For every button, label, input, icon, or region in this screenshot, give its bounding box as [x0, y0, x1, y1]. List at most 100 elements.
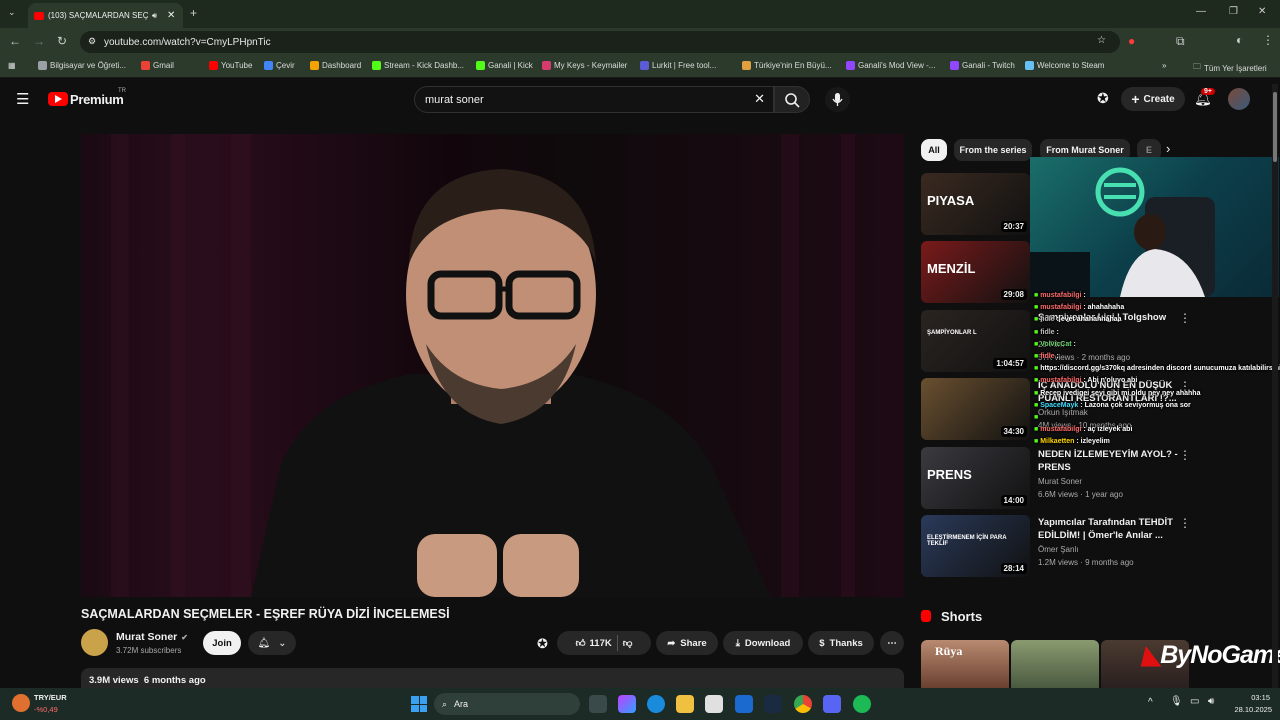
bookmark-item[interactable]: Türkiye'nin En Büyü...: [742, 61, 832, 70]
profile-avatar[interactable]: ◐: [1236, 33, 1243, 47]
taskbar-search[interactable]: ⌕ Ara: [434, 693, 580, 715]
tab-search-icon[interactable]: ⌄: [8, 7, 16, 18]
bookmark-item[interactable]: YouTube: [209, 61, 252, 70]
extensions-puzzle-icon[interactable]: ⧉: [1176, 34, 1185, 49]
bookmark-item[interactable]: Dashboard: [310, 61, 361, 70]
like-button[interactable]: 👍︎ 117K: [576, 637, 612, 650]
short-thumbnail-1[interactable]: Rüya: [921, 640, 1009, 688]
taskbar-search-text: Ara: [454, 699, 469, 709]
bookmark-item[interactable]: Çevir: [264, 61, 295, 70]
scrollbar-thumb[interactable]: [1273, 92, 1277, 162]
subscribed-bell-button[interactable]: 🔔︎ ⌄: [248, 631, 296, 655]
bookmark-item[interactable]: My Keys - Keymailer: [542, 61, 627, 70]
tray-chevron-up-icon[interactable]: ^: [1148, 697, 1153, 708]
channel-avatar[interactable]: [81, 629, 108, 656]
bookmark-item[interactable]: Welcome to Steam: [1025, 61, 1104, 70]
clock-date[interactable]: 28.10.2025: [1226, 705, 1272, 714]
search-input[interactable]: murat soner ✕: [414, 86, 774, 113]
recommendation-thumbnail[interactable]: ELEŞTİRMENEM İÇİN PARA TEKLİF 28:14: [921, 515, 1030, 577]
thanks-button[interactable]: $ Thanks: [808, 631, 874, 655]
edge-icon[interactable]: [647, 695, 665, 713]
premium-logo-text[interactable]: Premium: [70, 92, 124, 107]
address-bar[interactable]: ⚙︎ youtube.com/watch?v=CmyLPHpnTic ☆: [80, 31, 1120, 53]
channel-name[interactable]: Murat Soner: [116, 631, 177, 643]
more-options-icon[interactable]: ⋮: [1179, 516, 1191, 530]
recommendation-thumbnail[interactable]: MENZİL 29:08: [921, 241, 1030, 303]
task-view-icon[interactable]: [589, 695, 607, 713]
discord-icon[interactable]: [823, 695, 841, 713]
outlook-icon[interactable]: [735, 695, 753, 713]
voice-search-button[interactable]: [825, 87, 850, 112]
bookmark-label: My Keys - Keymailer: [554, 61, 628, 70]
bookmark-item[interactable]: Bilgisayar ve Öğreti...: [38, 61, 126, 70]
short-thumbnail-2[interactable]: [1011, 640, 1099, 688]
site-info-icon[interactable]: ⚙︎: [88, 36, 96, 47]
create-button[interactable]: + Create: [1121, 87, 1185, 111]
chat-username: mustafabilgi: [1040, 377, 1082, 385]
forward-icon[interactable]: →: [33, 34, 45, 48]
bookmark-star-icon[interactable]: ☆: [1097, 35, 1106, 46]
chat-username: SpaceMayk: [1040, 401, 1079, 409]
chevron-right-icon[interactable]: ›: [1166, 141, 1170, 156]
extension-icon[interactable]: ●: [1128, 34, 1135, 48]
new-tab-icon[interactable]: +: [190, 6, 197, 20]
file-explorer-icon[interactable]: [676, 695, 694, 713]
recommendation-thumbnail[interactable]: ŞAMPİYONLAR L 1:04:57: [921, 310, 1030, 372]
all-bookmarks[interactable]: 🗀︎ Tüm Yer İşaretleri: [1193, 61, 1267, 75]
scrollbar-track[interactable]: [1272, 84, 1278, 688]
active-tab[interactable]: (103) SAÇMALARDAN SEÇM 🔊︎ ✕: [28, 3, 183, 28]
dislike-button[interactable]: 👎︎: [623, 637, 633, 649]
account-avatar[interactable]: [1228, 88, 1250, 110]
bookmark-favicon-icon: [846, 61, 855, 70]
download-button[interactable]: ⤓ Download: [723, 631, 803, 655]
recommendation-channel[interactable]: Ömer Şanlı: [1038, 545, 1078, 554]
share-button[interactable]: ➦ Share: [656, 631, 718, 655]
apps-grid-icon[interactable]: ▦: [8, 61, 16, 70]
channel-name-row[interactable]: Murat Soner ✔: [116, 631, 188, 643]
search-button[interactable]: [774, 86, 810, 113]
bookmark-item[interactable]: Ganali - Twitch: [950, 61, 1015, 70]
reload-icon[interactable]: ↻: [57, 34, 67, 48]
clock-time[interactable]: 03:15: [1234, 693, 1270, 702]
spotify-icon[interactable]: [853, 695, 871, 713]
speaker-icon[interactable]: 🔊︎: [152, 11, 157, 21]
chrome-icon[interactable]: [794, 695, 812, 713]
start-windows-icon[interactable]: [411, 696, 427, 712]
chat-text: evet ahahahhahaa: [1060, 316, 1122, 324]
recommendation-thumbnail[interactable]: PIYASA 20:37: [921, 173, 1030, 235]
store-icon[interactable]: [705, 695, 723, 713]
weather-widget-icon[interactable]: [12, 694, 30, 712]
clear-search-icon[interactable]: ✕: [754, 91, 765, 107]
premium-badge-icon-small[interactable]: ✪: [537, 636, 548, 652]
more-bookmarks-icon[interactable]: »: [1162, 61, 1166, 70]
bookmark-item[interactable]: Gmail: [141, 61, 174, 70]
hamburger-menu-icon[interactable]: ☰: [16, 90, 29, 108]
chip-all[interactable]: All: [921, 139, 947, 161]
display-tray-icon[interactable]: ▭: [1190, 696, 1199, 707]
bookmark-item[interactable]: Ganali | Kick: [476, 61, 533, 70]
close-window-icon[interactable]: ✕: [1258, 6, 1266, 17]
menu-kebab-icon[interactable]: ⋮: [1262, 33, 1274, 47]
recommendation-title[interactable]: Yapımcılar Tarafından TEHDİT EDİLDİM! | …: [1038, 516, 1178, 542]
bookmark-item[interactable]: Ganali's Mod View -...: [846, 61, 935, 70]
bookmark-item[interactable]: Stream - Kick Dashb...: [372, 61, 464, 70]
bookmark-item[interactable]: Lurkit | Free tool...: [640, 61, 716, 70]
video-player[interactable]: [81, 134, 904, 597]
bookmark-label: Gmail: [153, 61, 174, 70]
youtube-logo-icon[interactable]: [48, 92, 68, 106]
thumbnail-text: MENZİL: [927, 261, 976, 276]
copilot-icon[interactable]: [618, 695, 636, 713]
microphone-tray-icon[interactable]: 🎙︎: [1170, 696, 1183, 707]
join-button[interactable]: Join: [203, 631, 241, 655]
more-actions-button[interactable]: ⋯: [880, 631, 904, 655]
chip-from-series[interactable]: From the series: [954, 139, 1032, 161]
premium-badge-icon[interactable]: ✪: [1097, 90, 1109, 107]
steam-icon[interactable]: [764, 695, 782, 713]
recommendation-thumbnail[interactable]: 34:30: [921, 378, 1030, 440]
back-icon[interactable]: ←: [9, 34, 21, 48]
close-tab-icon[interactable]: ✕: [167, 10, 175, 21]
minimize-icon[interactable]: —: [1196, 6, 1206, 17]
maximize-icon[interactable]: ❐: [1229, 6, 1238, 17]
recommendation-thumbnail[interactable]: PRENS 14:00: [921, 447, 1030, 509]
volume-tray-icon[interactable]: 🔊︎: [1208, 696, 1214, 707]
